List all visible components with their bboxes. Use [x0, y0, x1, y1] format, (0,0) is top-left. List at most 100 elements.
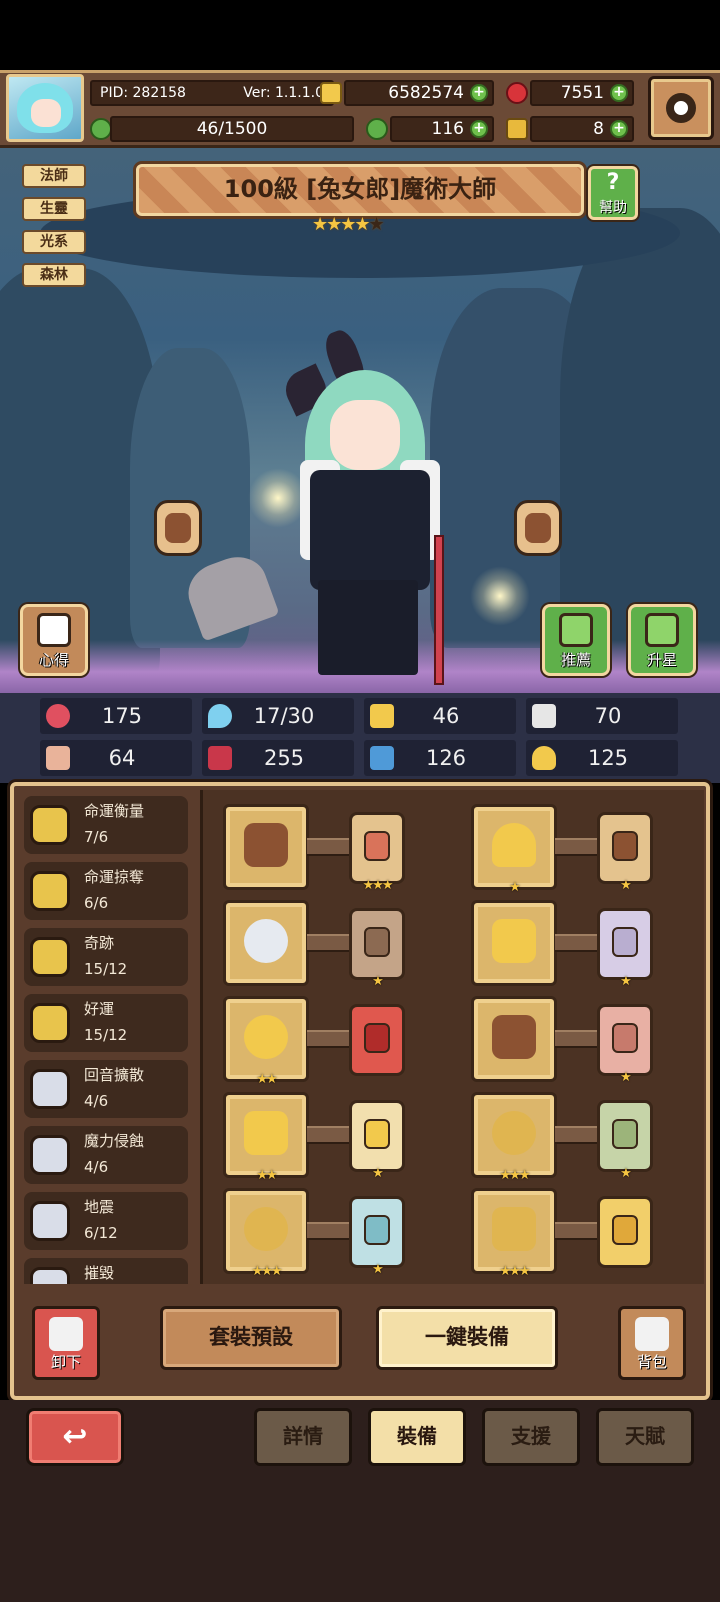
- skill-item[interactable]: 回音擴散 4/6: [24, 1060, 188, 1118]
- clover-icon: [366, 118, 388, 140]
- equip-slot-helmet[interactable]: ★: [471, 804, 557, 895]
- back-button[interactable]: ↩: [26, 1408, 124, 1466]
- question-icon: ?: [606, 170, 620, 195]
- gem-slot-ring[interactable]: ★: [597, 1100, 653, 1181]
- skill-item[interactable]: 地震 6/12: [24, 1192, 188, 1250]
- rune-card-icon: [364, 831, 390, 861]
- equip-slot-ring2[interactable]: ★★★: [223, 1188, 309, 1279]
- set-preset-button[interactable]: 套裝預設: [160, 1306, 342, 1370]
- green-card-icon: [612, 1119, 638, 1149]
- auto-equip-button[interactable]: 一鍵裝備: [376, 1306, 558, 1370]
- pid-text: PID: 282158: [100, 85, 186, 101]
- gem-slot-ring2[interactable]: ★: [349, 1196, 405, 1277]
- clover-value: 116: [431, 119, 464, 139]
- mana-drop-icon: [208, 704, 232, 728]
- player-avatar[interactable]: [6, 74, 84, 142]
- bag-button[interactable]: 背包: [618, 1306, 686, 1380]
- help-label: 幫助: [599, 200, 627, 216]
- gold-counter: 6582574 +: [344, 80, 494, 106]
- gem-counter: 7551 +: [530, 80, 634, 106]
- skill-item[interactable]: 命運掠奪 6/6: [24, 862, 188, 920]
- tag-mage: 法師: [22, 164, 86, 188]
- help-button[interactable]: ? 幫助: [588, 166, 638, 220]
- add-key-button[interactable]: +: [610, 120, 628, 138]
- equip-slot-ring[interactable]: ★★★: [471, 1092, 557, 1183]
- gem-value: 7551: [560, 83, 604, 103]
- moon-orb-icon: [244, 919, 288, 963]
- skill-item[interactable]: 奇跡 15/12: [24, 928, 188, 986]
- add-gold-button[interactable]: +: [470, 84, 488, 102]
- stat-speed: 126: [364, 740, 516, 776]
- gem-slot-offhand[interactable]: ★: [597, 1004, 653, 1085]
- unequip-button[interactable]: 卸下: [32, 1306, 100, 1380]
- gold-value: 6582574: [388, 83, 464, 103]
- add-gem-button[interactable]: +: [610, 84, 628, 102]
- gem-ring-icon: [244, 1207, 288, 1251]
- star-up-label: 升星: [646, 651, 677, 669]
- equip-slot-offhand[interactable]: [471, 996, 557, 1082]
- settings-button[interactable]: [648, 76, 714, 140]
- equip-slot-boots[interactable]: ★★★: [471, 1188, 557, 1279]
- gem-slot-necklace[interactable]: [349, 1004, 405, 1076]
- skill-icon: [30, 937, 70, 977]
- star-up-button[interactable]: 升星: [628, 604, 696, 676]
- book-icon: [208, 746, 232, 770]
- skill-icon: [30, 1069, 70, 1109]
- skill-icon: [30, 805, 70, 845]
- blue-card-icon: [364, 1215, 390, 1245]
- stat-evasion: 70: [526, 698, 678, 734]
- tab-talent[interactable]: 天賦: [596, 1408, 694, 1466]
- equip-slot-necklace[interactable]: ★★: [223, 996, 309, 1087]
- equip-slot-orb[interactable]: [223, 900, 309, 986]
- unequip-label: 卸下: [50, 1353, 81, 1371]
- gem-slot-amulet[interactable]: ★: [349, 1100, 405, 1181]
- insight-button[interactable]: 心得: [20, 604, 88, 676]
- fist-icon: [46, 746, 70, 770]
- recommend-button[interactable]: 推薦: [542, 604, 610, 676]
- insight-label: 心得: [38, 651, 69, 669]
- golden-armor-icon: [492, 919, 536, 963]
- tab-support[interactable]: 支援: [482, 1408, 580, 1466]
- add-clover-button[interactable]: +: [470, 120, 488, 138]
- light-card-icon: [364, 1119, 390, 1149]
- tab-details[interactable]: 詳情: [254, 1408, 352, 1466]
- gem-slot-armor[interactable]: ★: [597, 908, 653, 989]
- gem-slot-weapon[interactable]: ★★★: [349, 812, 405, 893]
- skill-icon: [30, 1003, 70, 1043]
- gold-card-icon: [612, 1215, 638, 1245]
- skill-item[interactable]: 好運 15/12: [24, 994, 188, 1052]
- gear-icon: [666, 93, 696, 123]
- version-text: Ver: 1.1.1.0: [243, 85, 324, 101]
- tab-equipment[interactable]: 裝備: [368, 1408, 466, 1466]
- skill-item[interactable]: 摧毀: [24, 1258, 188, 1284]
- boot-icon: [370, 746, 394, 770]
- equip-slot-armor[interactable]: [471, 900, 557, 986]
- skill-item[interactable]: 命運衡量 7/6: [24, 796, 188, 854]
- gem-slot-orb[interactable]: ★: [349, 908, 405, 989]
- prev-hero-button[interactable]: [154, 500, 202, 556]
- tag-creature: 生靈: [22, 197, 86, 221]
- equip-slot-amulet[interactable]: ★★: [223, 1092, 309, 1183]
- shield-icon: [370, 704, 394, 728]
- cane: [434, 535, 444, 685]
- skill-list[interactable]: 命運衡量 7/6 命運掠奪 6/6 奇跡 15/12 好運 15/12 回音擴散 4/6 …: [20, 794, 192, 1284]
- scroll-icon: [37, 613, 71, 647]
- skill-icon: [30, 871, 70, 911]
- skill-icon: [30, 1267, 70, 1284]
- pig-card-icon: [612, 1023, 638, 1053]
- gem-slot-boots[interactable]: [597, 1196, 653, 1268]
- equip-slot-weapon[interactable]: [223, 804, 309, 890]
- hammer-icon: [492, 1015, 536, 1059]
- horseshoe-icon: [532, 746, 556, 770]
- down-arrow-icon: [49, 1317, 83, 1351]
- stat-defense: 46: [364, 698, 516, 734]
- staff-icon: [244, 823, 288, 867]
- exp-clover-icon: [90, 118, 112, 140]
- ring-icon: [492, 1111, 536, 1155]
- skill-item[interactable]: 魔力侵蝕 4/6: [24, 1126, 188, 1184]
- gem-slot-helmet[interactable]: ★: [597, 812, 653, 893]
- back-arrow-icon: ↩: [62, 1419, 88, 1454]
- left-arrow-icon: [165, 513, 191, 543]
- key-value: 8: [593, 119, 604, 139]
- next-hero-button[interactable]: [514, 500, 562, 556]
